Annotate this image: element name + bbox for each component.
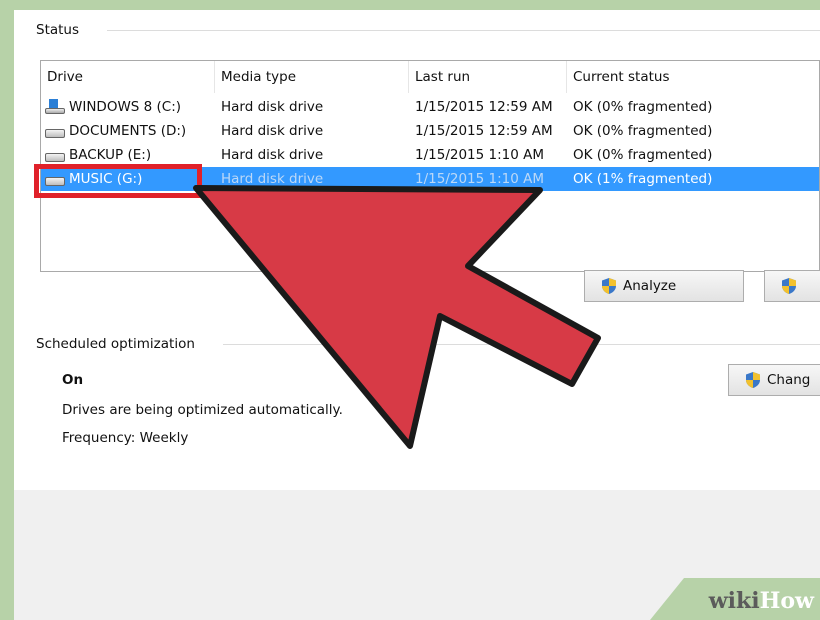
- pointer-arrow: [193, 185, 601, 449]
